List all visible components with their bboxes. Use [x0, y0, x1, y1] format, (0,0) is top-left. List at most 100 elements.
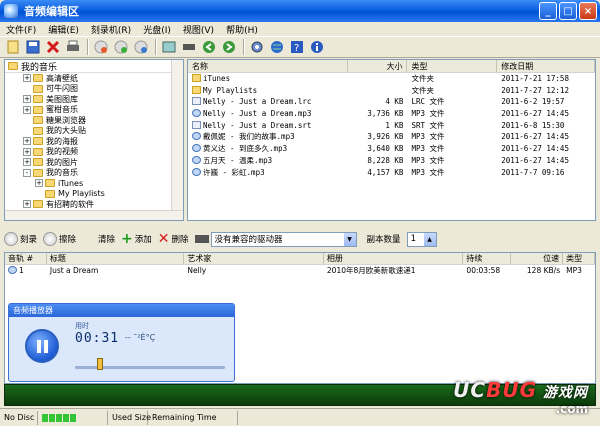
seek-thumb[interactable] [97, 358, 103, 370]
column-bitrate[interactable]: 位速 [511, 253, 564, 264]
file-name: 黄义达 - 到底多久.mp3 [203, 144, 288, 154]
expand-toggle-icon[interactable]: + [23, 137, 31, 146]
tree-item[interactable]: 糖果浏览器 [5, 115, 183, 126]
settings-icon[interactable] [248, 38, 266, 56]
menu-file[interactable]: 文件(F) [0, 23, 42, 36]
tree-item[interactable]: + 我的视频 [5, 147, 183, 158]
tree-item[interactable]: + 美图图库 [5, 94, 183, 105]
burn-button[interactable]: 刻录 [4, 232, 37, 246]
expand-toggle-icon[interactable]: - [23, 168, 31, 177]
file-row[interactable]: Nelly - Just a Dream.mp3 3,736 KB MP3 文件 20… [188, 108, 595, 120]
menu-help[interactable]: 帮助(H) [220, 23, 264, 36]
track-bitrate: 128 KB/s [526, 266, 561, 275]
tree-item[interactable]: 可牛闪图 [5, 84, 183, 95]
delete-track-button[interactable]: ✕ 删除 [158, 231, 189, 247]
column-track-no[interactable]: 音轨 # [5, 253, 47, 264]
tree-vertical-scrollbar[interactable] [171, 60, 183, 220]
column-date[interactable]: 修改日期 [497, 60, 595, 72]
chevron-down-icon[interactable]: ▼ [343, 232, 356, 246]
table-row[interactable]: 1 Just a Dream Nelly 2010年8月欧美新歌速递1 00:0… [5, 265, 595, 276]
file-size: 3,640 KB [367, 144, 404, 154]
file-size: 8,228 KB [367, 155, 404, 165]
menu-burner[interactable]: 刻录机(R) [85, 23, 137, 36]
file-row[interactable]: Nelly - Just a Dream.srt 1 KB SRT 文件 2011-6… [188, 120, 595, 132]
column-artist[interactable]: 艺术家 [184, 253, 324, 264]
maximize-button[interactable]: □ [559, 2, 577, 20]
folder-icon [33, 126, 43, 135]
print-icon[interactable] [64, 38, 82, 56]
column-title[interactable]: 标题 [47, 253, 185, 264]
burn-icon[interactable] [92, 38, 110, 56]
copy-icon[interactable] [132, 38, 150, 56]
clear-button[interactable]: 清除 [82, 232, 115, 246]
folder-icon [8, 62, 18, 70]
add-label: 添加 [134, 235, 152, 245]
player-title[interactable]: 音频播放器 [9, 304, 234, 317]
drive-selector[interactable]: 没有兼容的驱动器 ▼ [194, 231, 357, 247]
folder-tree[interactable]: 我的音乐 + 高清壁纸 可牛闪图 + 美图图库 + 蜜柑音乐 糖果浏览器 我的大头贴 + 我的海报 +… [4, 59, 184, 221]
tree-item[interactable]: + 高清壁纸 [5, 73, 183, 84]
erase-button[interactable]: 擦除 [43, 232, 76, 246]
file-type: MP3 文件 [411, 155, 445, 165]
file-row[interactable]: 许巍 - 彩虹.mp3 4,157 KB MP3 文件 2011-7-7 09:16 [188, 167, 595, 179]
tree-item[interactable]: + 我的海报 [5, 136, 183, 147]
new-icon[interactable] [4, 38, 22, 56]
column-duration[interactable]: 持续 [463, 253, 512, 264]
column-size[interactable]: 大小 [348, 60, 408, 72]
expand-toggle-icon[interactable]: + [23, 74, 31, 83]
column-format[interactable]: 类型 [563, 253, 595, 264]
expand-toggle-icon[interactable]: + [23, 147, 31, 156]
expand-toggle-icon[interactable]: + [23, 158, 31, 167]
delete-icon[interactable] [44, 38, 62, 56]
globe-icon[interactable] [268, 38, 286, 56]
expand-toggle-icon[interactable]: + [23, 200, 31, 209]
toolbar-separator [155, 39, 157, 55]
expand-toggle-icon[interactable]: + [23, 95, 31, 104]
minimize-button[interactable]: _ [539, 2, 557, 20]
save-icon[interactable] [24, 38, 42, 56]
file-row[interactable]: My Playlists 文件夹 2011-7-27 12:12 [188, 85, 595, 97]
audio-player-window[interactable]: 音频播放器 用时 00:31 -- ˉ²È°Ç [8, 303, 235, 382]
file-row[interactable]: 黄义达 - 到底多久.mp3 3,640 KB MP3 文件 2011-6-27 14… [188, 143, 595, 155]
folder-icon [33, 116, 43, 125]
tree-item[interactable]: + 有招聘的软件 [5, 199, 183, 210]
file-row[interactable]: Nelly - Just a Dream.lrc 4 KB LRC 文件 2011-6… [188, 96, 595, 108]
tree-item[interactable]: 我的大头贴 [5, 126, 183, 137]
tree-item[interactable]: - 我的音乐 [5, 168, 183, 179]
column-type[interactable]: 类型 [407, 60, 498, 72]
menu-disc[interactable]: 光盘(I) [137, 23, 177, 36]
tree-root[interactable]: 我的音乐 [5, 60, 183, 73]
menu-view[interactable]: 视图(V) [177, 23, 220, 36]
disc-icon[interactable] [112, 38, 130, 56]
file-date: 2011-6-8 15:30 [501, 120, 565, 130]
file-row[interactable]: iTunes 文件夹 2011-7-21 17:58 [188, 73, 595, 85]
track-no: 1 [19, 266, 24, 275]
tree-item[interactable]: My Playlists [5, 189, 183, 200]
copies-stepper[interactable]: 1 ▲ [406, 231, 437, 247]
file-row[interactable]: 五月天 - 温柔.mp3 8,228 KB MP3 文件 2011-6-27 14:4… [188, 155, 595, 167]
file-date: 2011-7-21 17:58 [501, 74, 569, 83]
back-icon[interactable] [200, 38, 218, 56]
file-row[interactable]: 戴佩妮 - 我们的故事.mp3 3,926 KB MP3 文件 2011-6-27 1… [188, 131, 595, 143]
menu-edit[interactable]: 编辑(E) [42, 23, 85, 36]
toolbar-separator [87, 39, 89, 55]
column-album[interactable]: 相册 [324, 253, 464, 264]
add-button[interactable]: + 添加 [121, 231, 152, 247]
tree-horizontal-scrollbar[interactable] [5, 210, 183, 220]
about-icon[interactable] [308, 38, 326, 56]
drive-icon[interactable] [180, 38, 198, 56]
help-icon[interactable]: ? [288, 38, 306, 56]
tree-item[interactable]: + iTunes [5, 178, 183, 189]
expand-toggle-icon[interactable]: + [35, 179, 43, 188]
pause-button[interactable] [25, 329, 59, 363]
file-list[interactable]: 名称 大小 类型 修改日期 iTunes 文件夹 2011-7-21 17:58 My… [187, 59, 596, 221]
tree-item[interactable]: + 我的图片 [5, 157, 183, 168]
info-icon[interactable] [160, 38, 178, 56]
close-button[interactable]: × [579, 2, 597, 20]
folder-icon [33, 105, 43, 114]
tree-item[interactable]: + 蜜柑音乐 [5, 105, 183, 116]
forward-icon[interactable] [220, 38, 238, 56]
column-name[interactable]: 名称 [188, 60, 348, 72]
expand-toggle-icon[interactable]: + [23, 105, 31, 114]
spin-icon[interactable]: ▲ [423, 232, 436, 246]
